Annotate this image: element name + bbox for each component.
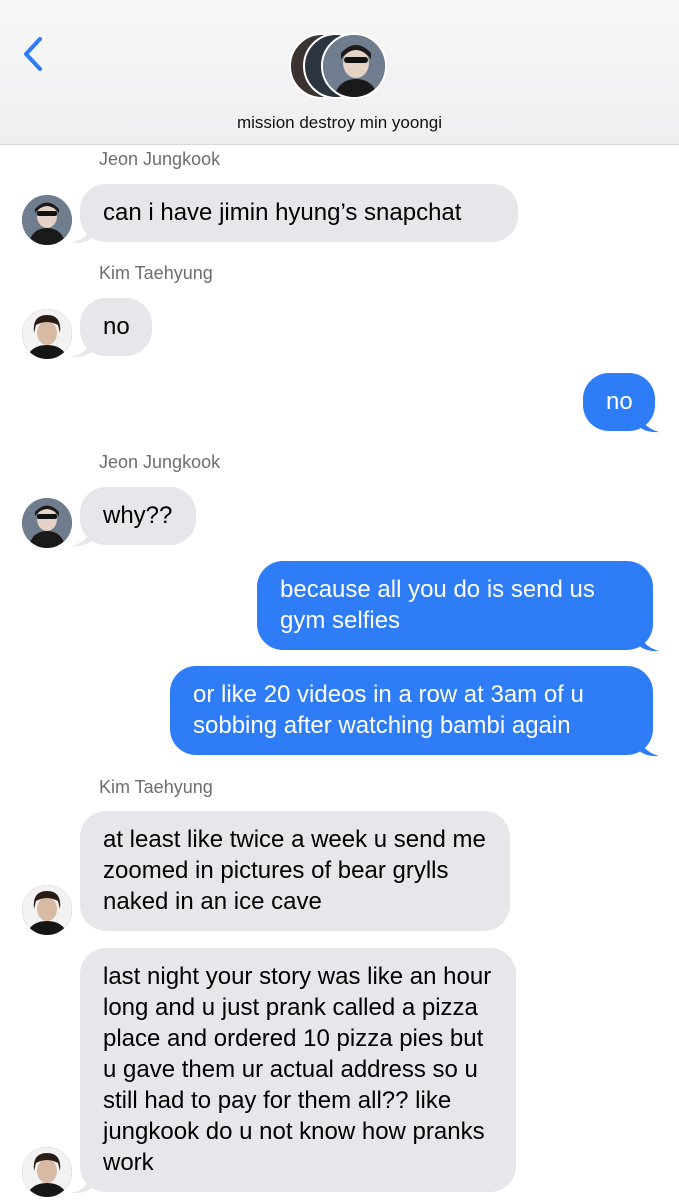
- message-bubble[interactable]: at least like twice a week u send me zoo…: [80, 811, 510, 931]
- message-bubble[interactable]: because all you do is send us gym selfie…: [257, 561, 653, 650]
- sender-avatar[interactable]: [22, 885, 72, 935]
- message-bubble[interactable]: why??: [80, 487, 196, 545]
- sender-avatar[interactable]: [22, 498, 72, 548]
- message-bubble[interactable]: or like 20 videos in a row at 3am of u s…: [170, 666, 653, 755]
- sender-name: Kim Taehyung: [99, 777, 213, 797]
- bubble-tail: [72, 336, 94, 358]
- back-button[interactable]: [16, 34, 50, 74]
- group-avatar-stack[interactable]: [289, 33, 393, 103]
- bubble-tail: [637, 411, 659, 433]
- sender-avatar[interactable]: [22, 1147, 72, 1197]
- conversation-header: mission destroy min yoongi: [0, 0, 679, 145]
- message-bubble[interactable]: last night your story was like an hour l…: [80, 948, 516, 1192]
- sender-name: Kim Taehyung: [99, 263, 213, 283]
- message-bubble[interactable]: can i have jimin hyung’s snapchat: [80, 184, 518, 242]
- sender-avatar[interactable]: [22, 195, 72, 245]
- bubble-tail: [72, 525, 94, 547]
- group-name[interactable]: mission destroy min yoongi: [0, 113, 679, 133]
- bubble-tail: [637, 735, 659, 757]
- sender-name: Jeon Jungkook: [99, 149, 221, 169]
- bubble-tail: [72, 222, 94, 244]
- sender-name: Jeon Jungkook: [99, 452, 221, 472]
- group-member-avatar: [321, 33, 387, 99]
- chevron-left-icon: [24, 37, 42, 71]
- bubble-tail: [637, 630, 659, 652]
- sender-avatar[interactable]: [22, 309, 72, 359]
- bubble-tail: [72, 1172, 94, 1194]
